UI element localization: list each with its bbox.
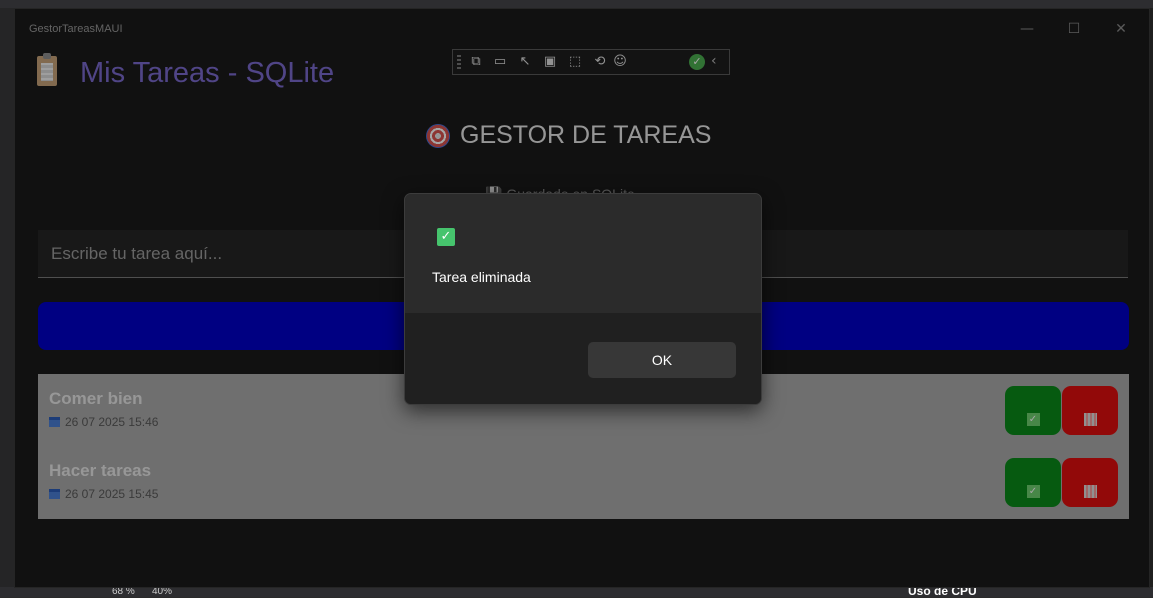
ide-top-bar [0,0,1153,8]
dialog-message: Tarea eliminada [432,269,531,285]
alert-dialog: ✓ Tarea eliminada OK [404,193,762,405]
ide-status-bar [0,587,1153,597]
ok-button[interactable]: OK [588,342,736,378]
ide-zoom-level-secondary[interactable]: 40% [152,587,172,597]
checkmark-icon: ✓ [437,228,455,246]
ide-left-panel [0,8,14,588]
ide-zoom-level[interactable]: 68 % [112,587,135,597]
dialog-body: ✓ Tarea eliminada [405,194,761,313]
